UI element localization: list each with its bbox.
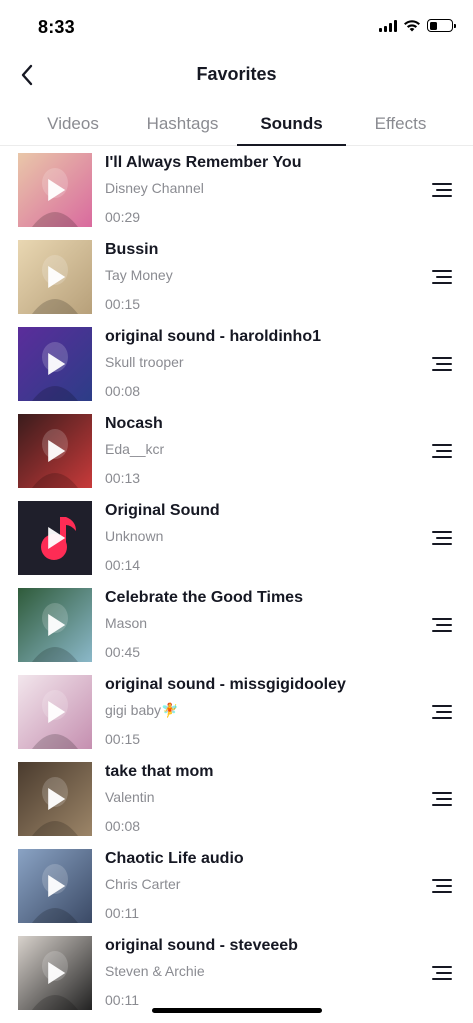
status-bar: 8:33 xyxy=(0,0,473,52)
sound-row[interactable]: I'll Always Remember You Disney Channel 00… xyxy=(0,147,473,234)
sound-duration: 00:29 xyxy=(105,209,141,225)
sound-artist: Valentin xyxy=(105,789,155,805)
sound-title[interactable]: Celebrate the Good Times xyxy=(105,589,303,607)
status-icons xyxy=(379,19,456,32)
play-icon[interactable] xyxy=(48,875,66,897)
sound-title[interactable]: original sound - steveeeb xyxy=(105,937,298,955)
sound-row[interactable]: original sound - missgigidooley gigi baby… xyxy=(0,669,473,756)
sound-duration: 00:11 xyxy=(105,905,139,921)
sound-duration: 00:08 xyxy=(105,818,141,834)
sound-row[interactable]: Bussin Tay Money 00:15 xyxy=(0,234,473,321)
sound-title[interactable]: original sound - haroldinho1 xyxy=(105,328,321,346)
sound-artist: Eda__kcr xyxy=(105,441,165,457)
sort-menu-icon[interactable] xyxy=(428,444,452,462)
sort-menu-icon[interactable] xyxy=(428,792,452,810)
sound-duration: 00:15 xyxy=(105,296,141,312)
status-time: 8:33 xyxy=(38,17,75,37)
sound-row[interactable]: original sound - steveeeb Steven & Archie… xyxy=(0,930,473,1017)
sound-artist: Skull trooper xyxy=(105,354,184,370)
battery-icon xyxy=(427,19,456,32)
sort-menu-icon[interactable] xyxy=(428,531,452,549)
sound-thumbnail[interactable] xyxy=(18,153,92,227)
sound-thumbnail[interactable] xyxy=(18,675,92,749)
sound-thumbnail[interactable] xyxy=(18,936,92,1010)
sort-menu-icon[interactable] xyxy=(428,879,452,897)
play-icon[interactable] xyxy=(48,179,66,201)
play-icon[interactable] xyxy=(48,527,66,549)
sort-menu-icon[interactable] xyxy=(428,966,452,984)
play-icon[interactable] xyxy=(48,614,66,636)
sound-thumbnail[interactable] xyxy=(18,849,92,923)
home-indicator xyxy=(152,1008,322,1013)
sound-artist: Unknown xyxy=(105,528,164,544)
sound-title[interactable]: Original Sound xyxy=(105,502,220,520)
sound-duration: 00:45 xyxy=(105,644,141,660)
sound-artist: Tay Money xyxy=(105,267,173,283)
sort-menu-icon[interactable] xyxy=(428,705,452,723)
play-icon[interactable] xyxy=(48,266,66,288)
sound-row[interactable]: take that mom Valentin 00:08 xyxy=(0,756,473,843)
sound-row[interactable]: Nocash Eda__kcr 00:13 xyxy=(0,408,473,495)
sound-artist: Disney Channel xyxy=(105,180,204,196)
sound-duration: 00:08 xyxy=(105,383,141,399)
tab-bar: Videos Hashtags Sounds Effects xyxy=(0,104,473,146)
sound-row[interactable]: Celebrate the Good Times Mason 00:45 xyxy=(0,582,473,669)
tab-sounds[interactable]: Sounds xyxy=(237,104,346,146)
sound-duration: 00:15 xyxy=(105,731,141,747)
sound-artist: Steven & Archie xyxy=(105,963,205,979)
sound-artist: gigi baby🧚 xyxy=(105,702,179,718)
play-icon[interactable] xyxy=(48,788,66,810)
sound-thumbnail[interactable] xyxy=(18,501,92,575)
sound-row[interactable]: Original Sound Unknown 00:14 xyxy=(0,495,473,582)
sort-menu-icon[interactable] xyxy=(428,183,452,201)
play-icon[interactable] xyxy=(48,440,66,462)
sound-thumbnail[interactable] xyxy=(18,414,92,488)
sound-list: I'll Always Remember You Disney Channel 00… xyxy=(0,147,473,1017)
sound-thumbnail[interactable] xyxy=(18,762,92,836)
play-icon[interactable] xyxy=(48,353,66,375)
wifi-icon xyxy=(404,20,420,32)
sort-menu-icon[interactable] xyxy=(428,270,452,288)
sound-thumbnail[interactable] xyxy=(18,240,92,314)
sound-duration: 00:11 xyxy=(105,992,139,1008)
sound-artist: Mason xyxy=(105,615,148,631)
battery-level xyxy=(429,21,437,30)
sound-duration: 00:13 xyxy=(105,470,141,486)
sound-artist: Chris Carter xyxy=(105,876,181,892)
sound-title[interactable]: original sound - missgigidooley xyxy=(105,676,346,694)
page-title: Favorites xyxy=(196,64,277,84)
header: Favorites xyxy=(0,52,473,98)
sound-duration: 00:14 xyxy=(105,557,141,573)
sort-menu-icon[interactable] xyxy=(428,618,452,636)
sound-thumbnail[interactable] xyxy=(18,588,92,662)
sound-row[interactable]: Chaotic Life audio Chris Carter 00:11 xyxy=(0,843,473,930)
tab-effects[interactable]: Effects xyxy=(346,104,455,145)
play-icon[interactable] xyxy=(48,701,66,723)
tab-videos[interactable]: Videos xyxy=(18,104,128,145)
cellular-signal-icon xyxy=(379,19,397,32)
sound-title[interactable]: Chaotic Life audio xyxy=(105,850,244,868)
tab-hashtags[interactable]: Hashtags xyxy=(128,104,237,145)
play-icon[interactable] xyxy=(48,962,66,984)
sort-menu-icon[interactable] xyxy=(428,357,452,375)
sound-title[interactable]: take that mom xyxy=(105,763,213,781)
sound-title[interactable]: I'll Always Remember You xyxy=(105,154,301,172)
sound-thumbnail[interactable] xyxy=(18,327,92,401)
sound-row[interactable]: original sound - haroldinho1 Skull troope… xyxy=(0,321,473,408)
sound-title[interactable]: Bussin xyxy=(105,241,158,259)
sound-title[interactable]: Nocash xyxy=(105,415,163,433)
